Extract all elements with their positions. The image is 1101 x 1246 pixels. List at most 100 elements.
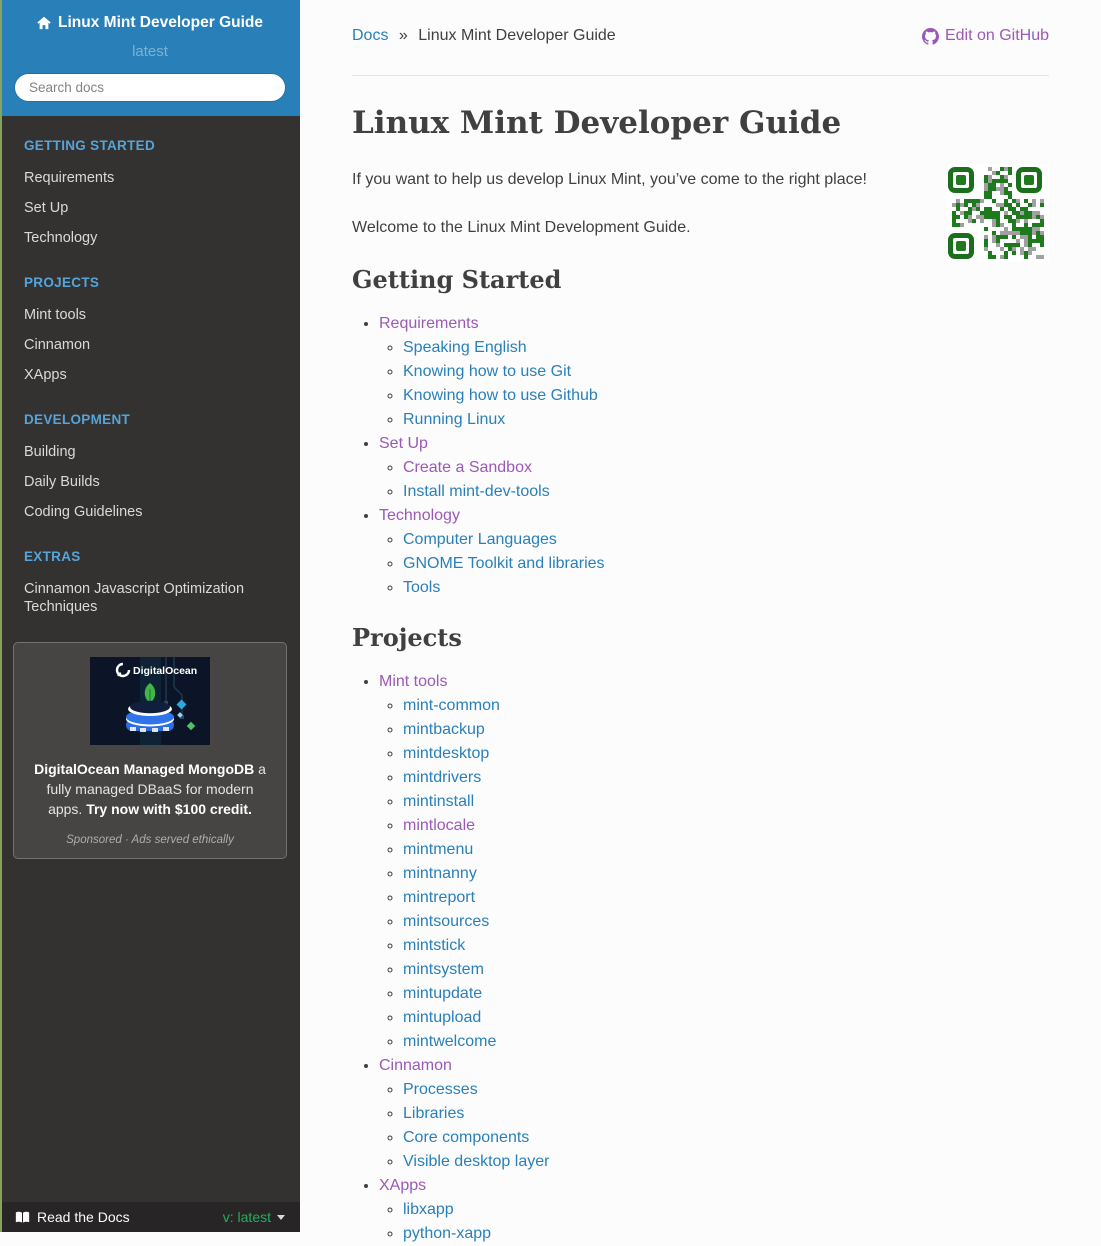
toc-link-mintsources[interactable]: mintsources xyxy=(403,913,489,930)
toc-link-mintlocale[interactable]: mintlocale xyxy=(403,817,475,834)
toc-link-mintreport[interactable]: mintreport xyxy=(403,889,475,906)
list-item: Knowing how to use Github xyxy=(403,384,1049,408)
toc-link-core-components[interactable]: Core components xyxy=(403,1129,529,1146)
toc-link-mintmenu[interactable]: mintmenu xyxy=(403,841,473,858)
toc-link-mintstick[interactable]: mintstick xyxy=(403,937,465,954)
version-label: latest xyxy=(132,43,168,60)
chevron-down-icon xyxy=(277,1214,285,1220)
list-item: Mint tools xyxy=(379,670,1049,694)
list-item: Cinnamon xyxy=(379,1054,1049,1078)
list-item: Requirements xyxy=(379,312,1049,336)
toc-link-mintdesktop[interactable]: mintdesktop xyxy=(403,745,489,762)
sidebar-item-cinnamon[interactable]: Cinnamon xyxy=(0,330,300,360)
list-item: Create a Sandbox xyxy=(403,456,1049,480)
toc-link-cinnamon[interactable]: Cinnamon xyxy=(379,1057,452,1074)
nav-caption-2: DEVELOPMENT xyxy=(24,412,131,427)
toc-link-technology[interactable]: Technology xyxy=(379,507,460,524)
toc-link-set-up[interactable]: Set Up xyxy=(379,435,428,452)
breadcrumb: Docs » Linux Mint Developer Guide Edit o… xyxy=(352,24,1049,48)
toc-link-visible-desktop-layer[interactable]: Visible desktop layer xyxy=(403,1153,549,1170)
getting-started-toc: Requirements Speaking English Knowing how … xyxy=(352,312,1049,600)
page-title: Linux Mint Developer Guide xyxy=(352,105,842,141)
sidebar-footer: Read the Docs v: latest xyxy=(0,1202,300,1232)
project-home-link[interactable]: Linux Mint Developer Guide xyxy=(37,14,263,32)
toc-link-tools[interactable]: Tools xyxy=(403,579,440,596)
toc-link-running-linux[interactable]: Running Linux xyxy=(403,411,505,428)
toc-link-libxapp[interactable]: libxapp xyxy=(403,1201,454,1218)
toc-link-mintsystem[interactable]: mintsystem xyxy=(403,961,484,978)
list-item: mintinstall xyxy=(403,790,1049,814)
edit-on-github-link[interactable]: Edit on GitHub xyxy=(921,24,1049,48)
list-item: mintdesktop xyxy=(403,742,1049,766)
toc-link-mintbackup[interactable]: mintbackup xyxy=(403,721,485,738)
list-item: libxapp xyxy=(403,1198,1049,1222)
toc-link-processes[interactable]: Processes xyxy=(403,1081,478,1098)
list-item: mintupload xyxy=(403,1006,1049,1030)
sidebar-item-technology[interactable]: Technology xyxy=(0,223,300,253)
list-item: mintbackup xyxy=(403,718,1049,742)
list-item: mintnanny xyxy=(403,862,1049,886)
sidebar-item-building[interactable]: Building xyxy=(0,437,300,467)
sidebar-item-requirements[interactable]: Requirements xyxy=(0,163,300,193)
list-item: Running Linux xyxy=(403,408,1049,432)
nav-caption-1: PROJECTS xyxy=(24,275,100,290)
toc-link-mintupload[interactable]: mintupload xyxy=(403,1009,481,1026)
sidebar-item-mint-tools[interactable]: Mint tools xyxy=(0,300,300,330)
toc-sublist: Processes Libraries Core components Visible… xyxy=(379,1078,1049,1174)
toc-sublist: Speaking English Knowing how to use Git Kn… xyxy=(379,336,1049,432)
sidebar: Linux Mint Developer Guide latest GETTIN… xyxy=(0,0,300,1232)
sidebar-item-xapps[interactable]: XApps xyxy=(0,360,300,390)
main-content: Docs » Linux Mint Developer Guide Edit o… xyxy=(300,0,1101,1246)
ad-lead: DigitalOcean Managed MongoDB xyxy=(34,761,255,777)
left-edge-strip xyxy=(0,0,2,1232)
toc-link-mint-tools[interactable]: Mint tools xyxy=(379,673,447,690)
search-input[interactable] xyxy=(14,73,286,102)
list-item: Libraries xyxy=(403,1102,1049,1126)
digitalocean-ad-image[interactable]: DigitalOcean xyxy=(90,657,210,745)
toc-link-requirements[interactable]: Requirements xyxy=(379,315,479,332)
list-item: Computer Languages xyxy=(403,528,1049,552)
toc-link-gnome-toolkit-and-libraries[interactable]: GNOME Toolkit and libraries xyxy=(403,555,605,572)
list-item: Install mint-dev-tools xyxy=(403,480,1049,504)
sidebar-ad[interactable]: DigitalOcean DigitalOcean Managed MongoD… xyxy=(13,642,287,859)
sidebar-item-set-up[interactable]: Set Up xyxy=(0,193,300,223)
nav-list-1: Mint tools Cinnamon XApps xyxy=(0,300,300,390)
toc-link-mint-common[interactable]: mint-common xyxy=(403,697,500,714)
ad-footer: Sponsored · Ads served ethically xyxy=(66,834,234,846)
toc-link-create-a-sandbox[interactable]: Create a Sandbox xyxy=(403,459,532,476)
projects-toc: Mint tools mint-common mintbackup mintdeskt… xyxy=(352,670,1049,1246)
list-item: mint-common xyxy=(403,694,1049,718)
toc-link-mintnanny[interactable]: mintnanny xyxy=(403,865,477,882)
book-icon xyxy=(15,1211,30,1224)
sidebar-item-daily-builds[interactable]: Daily Builds xyxy=(0,467,300,497)
breadcrumb-divider xyxy=(352,75,1049,76)
toc-link-mintdrivers[interactable]: mintdrivers xyxy=(403,769,481,786)
list-item: mintlocale xyxy=(403,814,1049,838)
section-heading-getting-started: Getting Started xyxy=(352,265,562,294)
sidebar-item-cinnamon-javascript-optimization-techniques[interactable]: Cinnamon Javascript Optimization Techniq… xyxy=(0,574,300,622)
toc-link-knowing-how-to-use-git[interactable]: Knowing how to use Git xyxy=(403,363,571,380)
ad-text[interactable]: DigitalOcean Managed MongoDB a fully man… xyxy=(28,759,272,819)
sidebar-item-coding-guidelines[interactable]: Coding Guidelines xyxy=(0,497,300,527)
list-item: Speaking English xyxy=(403,336,1049,360)
toc-sublist: mint-common mintbackup mintdesktop mintdriv… xyxy=(379,694,1049,1054)
toc-link-mintupdate[interactable]: mintupdate xyxy=(403,985,482,1002)
nav-list-3: Cinnamon Javascript Optimization Techniq… xyxy=(0,574,300,622)
version-dropdown[interactable]: v: latest xyxy=(223,1209,285,1225)
toc-link-mintwelcome[interactable]: mintwelcome xyxy=(403,1033,496,1050)
toc-link-xapps[interactable]: XApps xyxy=(379,1177,426,1194)
list-item: mintmenu xyxy=(403,838,1049,862)
breadcrumb-docs-link[interactable]: Docs xyxy=(352,27,388,44)
list-item: Processes xyxy=(403,1078,1049,1102)
toc-link-install-mint-dev-tools[interactable]: Install mint-dev-tools xyxy=(403,483,550,500)
toc-link-computer-languages[interactable]: Computer Languages xyxy=(403,531,557,548)
list-item: Knowing how to use Git xyxy=(403,360,1049,384)
toc-link-knowing-how-to-use-github[interactable]: Knowing how to use Github xyxy=(403,387,598,404)
toc-link-libraries[interactable]: Libraries xyxy=(403,1105,464,1122)
toc-link-python-xapp[interactable]: python-xapp xyxy=(403,1225,491,1242)
toc-link-mintinstall[interactable]: mintinstall xyxy=(403,793,474,810)
toc-sublist: Computer Languages GNOME Toolkit and libr… xyxy=(379,528,1049,600)
read-the-docs-brand[interactable]: Read the Docs xyxy=(15,1209,130,1225)
list-item: mintsystem xyxy=(403,958,1049,982)
toc-link-speaking-english[interactable]: Speaking English xyxy=(403,339,527,356)
